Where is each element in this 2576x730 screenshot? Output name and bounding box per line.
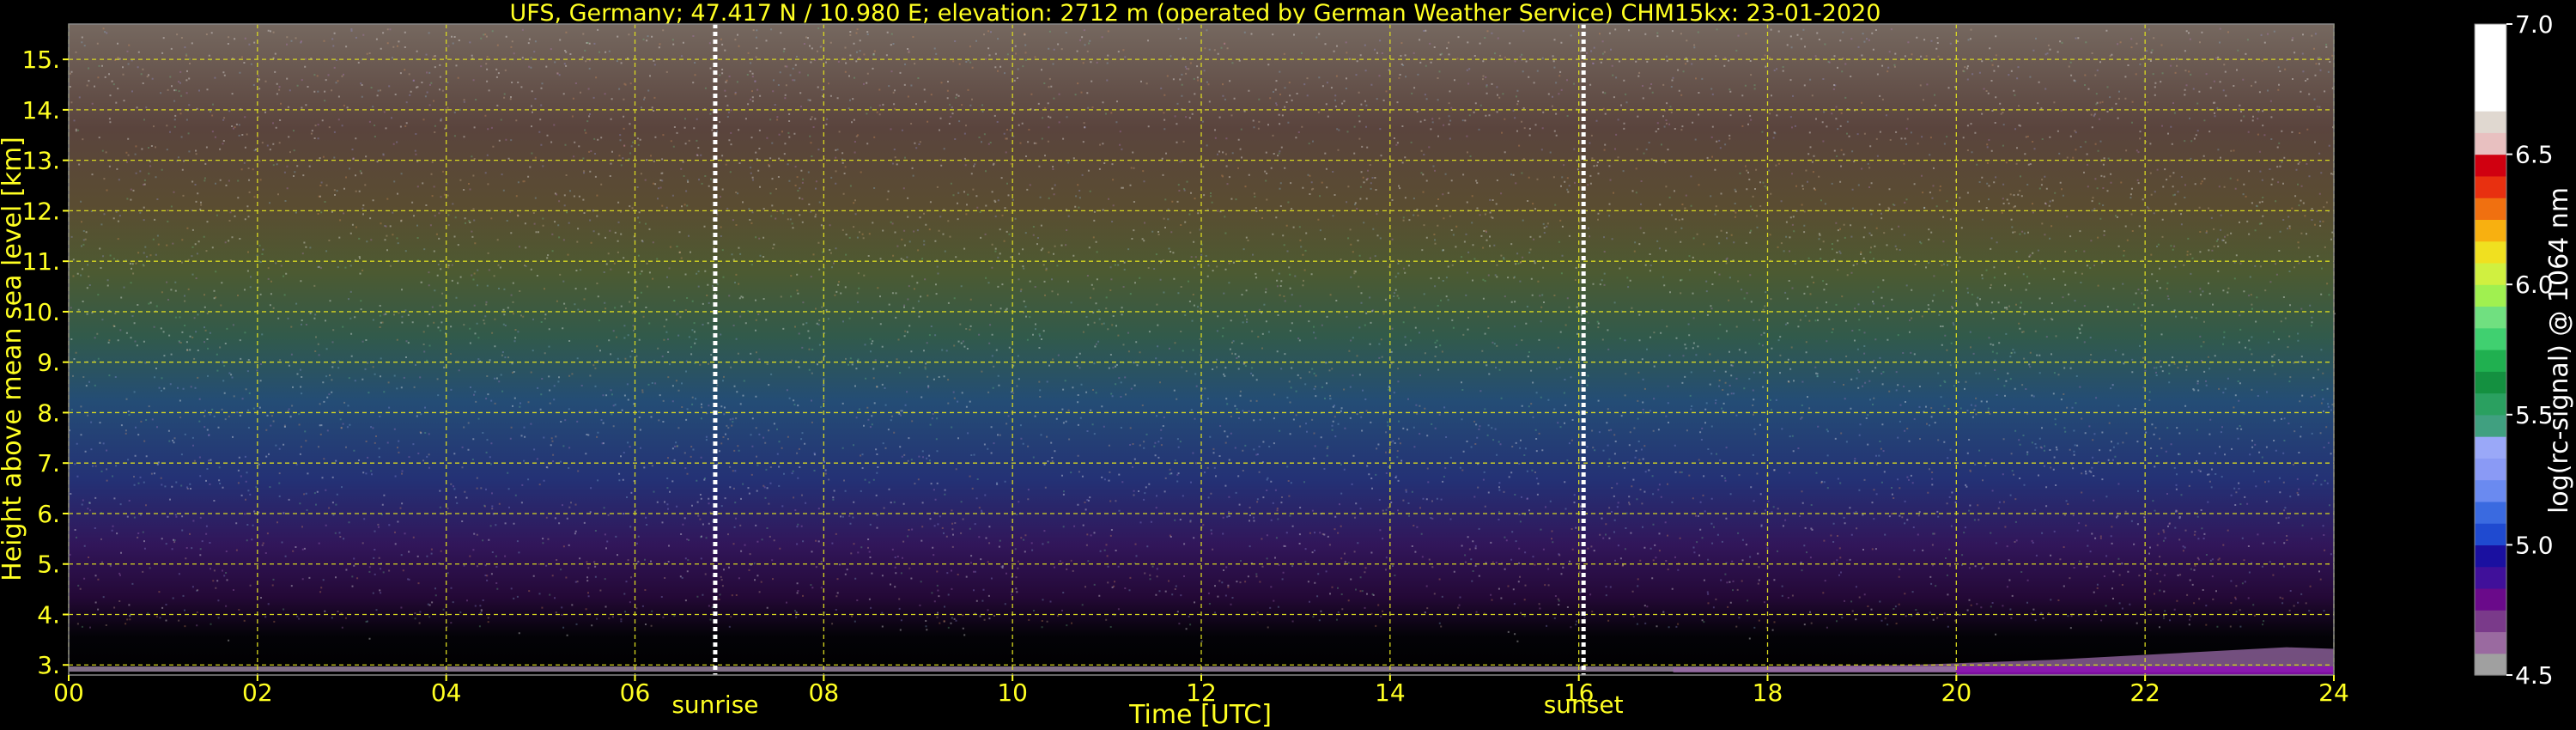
colorbar-swatch	[2475, 24, 2506, 46]
x-axis-title: Time [UTC]	[1128, 700, 1272, 730]
colorbar: 4.55.05.56.06.57.0	[2474, 10, 2554, 690]
colorbar-swatch	[2475, 587, 2506, 611]
colorbar-tick-label: 5.0	[2515, 531, 2554, 559]
x-tick-label: 18	[1753, 678, 1783, 707]
plot-area: sunrise sunset	[68, 23, 2336, 719]
y-tick-label: 11.	[21, 247, 60, 276]
colorbar-swatch	[2475, 154, 2506, 177]
colorbar-swatch	[2475, 436, 2506, 459]
colorbar-swatch	[2475, 240, 2506, 264]
colorbar-swatch	[2475, 111, 2506, 133]
y-tick-label: 7.	[37, 449, 60, 478]
colorbar-title: log(rc-signal) @ 1064 nm	[2544, 187, 2574, 514]
x-tick-label: 22	[2129, 678, 2160, 707]
colorbar-swatch	[2475, 653, 2506, 676]
y-axis-title: Height above mean sea level [km]	[0, 137, 27, 581]
colorbar-tick-label: 7.0	[2515, 10, 2554, 39]
marker-label-sunrise: sunrise	[671, 690, 758, 719]
y-tick-label: 15.	[21, 46, 60, 74]
colorbar-swatch	[2475, 327, 2506, 350]
x-tick-label: 24	[2318, 678, 2349, 707]
colorbar-tick-label: 4.5	[2515, 661, 2554, 690]
colorbar-swatch	[2475, 67, 2506, 90]
y-tick-label: 4.	[37, 600, 60, 629]
colorbar-swatch	[2475, 132, 2506, 155]
colorbar-swatch	[2475, 523, 2506, 545]
x-tick-label: 14	[1375, 678, 1406, 707]
colorbar-swatch	[2475, 262, 2506, 285]
y-tick-label: 8.	[37, 398, 60, 427]
y-axis: 3. 4. 5. 6. 7. 8. 9. 10. 11. 12. 13. 14. 15.	[21, 46, 69, 679]
colorbar-swatch	[2475, 284, 2506, 307]
colorbar-swatch	[2475, 501, 2506, 524]
colorbar-swatch	[2475, 198, 2506, 220]
colorbar-swatch	[2475, 392, 2506, 416]
y-tick-label: 12.	[21, 197, 60, 225]
y-tick-label: 13.	[21, 147, 60, 175]
colorbar-swatch	[2475, 175, 2506, 198]
x-tick-label: 16	[1564, 678, 1595, 707]
y-tick-label: 6.	[37, 500, 60, 528]
x-tick-label: 00	[53, 678, 84, 707]
y-tick-label: 3.	[37, 651, 60, 679]
colorbar-swatch	[2475, 610, 2506, 633]
colorbar-tick-label: 6.5	[2515, 141, 2554, 169]
x-tick-label: 04	[431, 678, 462, 707]
colorbar-swatch	[2475, 88, 2506, 112]
colorbar-swatch	[2475, 46, 2506, 69]
x-tick-label: 20	[1941, 678, 1972, 707]
y-tick-label: 9.	[37, 349, 60, 377]
colorbar-swatch	[2475, 566, 2506, 589]
y-tick-label: 14.	[21, 96, 60, 125]
colorbar-swatch	[2475, 414, 2506, 437]
colorbar-swatch	[2475, 479, 2506, 502]
ceilometer-figure: UFS, Germany; 47.417 N / 10.980 E; eleva…	[0, 0, 2574, 730]
colorbar-swatch	[2475, 631, 2506, 654]
colorbar-swatch	[2475, 371, 2506, 394]
x-tick-label: 06	[620, 678, 651, 707]
y-tick-label: 5.	[37, 551, 60, 579]
x-tick-label: 10	[997, 678, 1028, 707]
colorbar-swatch	[2475, 219, 2506, 242]
colorbar-swatch	[2475, 350, 2506, 372]
colorbar-swatch	[2475, 306, 2506, 329]
colorbar-swatch	[2475, 458, 2506, 481]
chart-title: UFS, Germany; 47.417 N / 10.980 E; eleva…	[510, 0, 1881, 27]
colorbar-swatch	[2475, 544, 2506, 568]
x-tick-label: 08	[809, 678, 840, 707]
y-tick-label: 10.	[21, 298, 60, 326]
x-tick-label: 02	[242, 678, 273, 707]
